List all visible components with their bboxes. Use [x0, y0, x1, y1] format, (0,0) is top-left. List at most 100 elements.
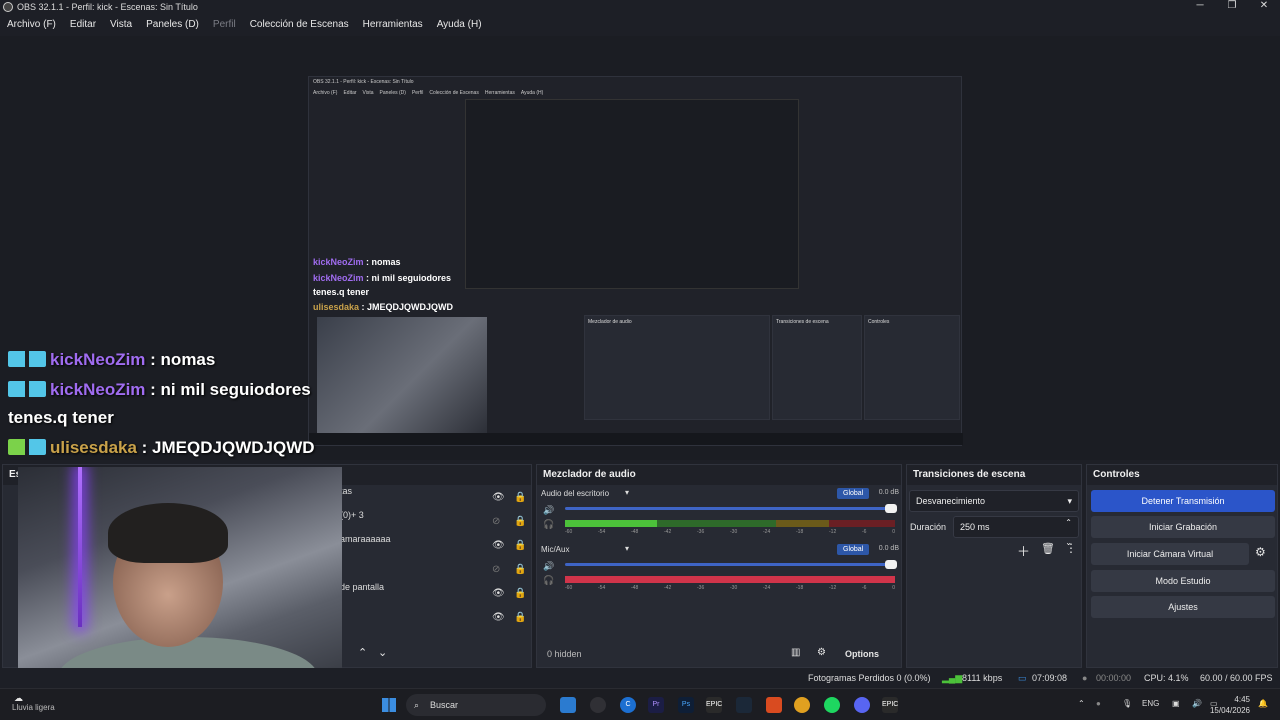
- network-icon[interactable]: ▣: [1172, 699, 1180, 708]
- taskbar-search[interactable]: ⌕ Buscar: [406, 694, 546, 716]
- tray-circle-icon[interactable]: ●: [1096, 699, 1101, 708]
- eye-hidden-icon[interactable]: ⊘: [492, 516, 504, 527]
- obs-taskbar-icon[interactable]: [590, 697, 606, 713]
- menu-archivo[interactable]: Archivo (F): [0, 16, 63, 34]
- menu-herramientas[interactable]: Herramientas: [356, 16, 430, 34]
- volume-slider-knob[interactable]: [885, 504, 897, 513]
- weather-label[interactable]: Lluvia ligera: [12, 703, 55, 712]
- lock-icon[interactable]: 🔒: [514, 540, 526, 551]
- eye-icon[interactable]: 👁: [492, 492, 505, 503]
- monitor-icon[interactable]: 🎧: [543, 519, 554, 530]
- volume-meter: [565, 576, 895, 583]
- duration-input[interactable]: 250 ms ⌃ ⌄: [953, 516, 1079, 547]
- search-icon: ⌕: [414, 700, 420, 710]
- volume-slider[interactable]: [565, 504, 897, 513]
- volume-meter: [565, 520, 895, 527]
- language-indicator[interactable]: ENG: [1142, 699, 1159, 708]
- fps: 60.00 / 60.00 FPS: [1200, 673, 1273, 683]
- chat-message: kickNeoZim : nomas: [8, 350, 215, 370]
- start-virtual-camera-button[interactable]: Iniciar Cámara Virtual: [1091, 543, 1249, 565]
- person-hair: [108, 503, 228, 563]
- webcam-overlay: [18, 467, 342, 700]
- tray-chevron-icon[interactable]: ⌃: [1078, 699, 1085, 708]
- channel-db: 0.0 dB: [878, 545, 899, 552]
- chat-message: kickNeoZim : ni mil seguiodores: [8, 380, 311, 400]
- source-row[interactable]: 👁 🔒: [340, 606, 530, 630]
- nested-webcam: [317, 317, 487, 437]
- source-row[interactable]: amaraaaaaa 👁 🔒: [340, 534, 530, 558]
- menu-ayuda[interactable]: Ayuda (H): [430, 16, 489, 34]
- lock-icon[interactable]: 🔒: [514, 612, 526, 623]
- monitor-icon[interactable]: 🎧: [543, 575, 554, 586]
- maximize-button[interactable]: ❐: [1216, 0, 1248, 11]
- epic-games-icon[interactable]: EPIC: [706, 697, 722, 713]
- mixer-title: Mezclador de audio: [537, 465, 901, 485]
- nested-chat-line: tenes.q tener: [313, 287, 370, 297]
- menu-bar: Archivo (F) Editar Vista Paneles (D) Per…: [0, 16, 489, 34]
- taskview-icon[interactable]: [560, 697, 576, 713]
- nested-preview-capture: OBS 32.1.1 - Perfil: kick - Escenas: Sin…: [308, 76, 963, 446]
- ccleaner-icon[interactable]: C: [620, 697, 636, 713]
- options-button[interactable]: Options: [845, 649, 879, 659]
- windows-start-icon[interactable]: [382, 698, 396, 712]
- system-clock[interactable]: 4:45 15/04/2026: [1210, 694, 1250, 716]
- volume-tray-icon[interactable]: 🔊: [1192, 699, 1202, 708]
- volume-meter-fill: [565, 520, 658, 527]
- nested-chat-line: kickNeoZim : ni mil seguiodores: [313, 273, 452, 283]
- volume-icon[interactable]: 🔊: [543, 561, 554, 572]
- discord-icon[interactable]: [854, 697, 870, 713]
- stop-stream-button[interactable]: Detener Transmisión: [1091, 490, 1275, 512]
- volume-icon[interactable]: 🔊: [543, 505, 554, 516]
- virtual-camera-settings-icon[interactable]: ⚙: [1255, 545, 1266, 559]
- close-button[interactable]: ✕: [1248, 0, 1280, 11]
- channel-menu-icon[interactable]: ▾: [625, 544, 629, 553]
- minimize-button[interactable]: ─: [1184, 0, 1216, 11]
- lock-icon[interactable]: 🔒: [514, 588, 526, 599]
- menu-vista[interactable]: Vista: [103, 16, 139, 34]
- more-options-icon[interactable]: ⋮: [1065, 541, 1077, 555]
- settings-button[interactable]: Ajustes: [1091, 596, 1275, 618]
- menu-perfil[interactable]: Perfil: [206, 16, 243, 34]
- chrome-icon[interactable]: [794, 697, 810, 713]
- premiere-icon[interactable]: Pr: [648, 697, 664, 713]
- global-button[interactable]: Global: [837, 544, 870, 555]
- notifications-icon[interactable]: 🔔: [1258, 699, 1268, 708]
- move-down-icon[interactable]: ⌄: [378, 646, 387, 659]
- layout-icon[interactable]: ▥: [791, 647, 800, 658]
- controls-title: Controles: [1087, 465, 1277, 485]
- add-transition-icon[interactable]: ＋: [1017, 541, 1030, 560]
- brave-icon[interactable]: [766, 697, 782, 713]
- global-button[interactable]: Global: [837, 488, 870, 499]
- move-up-icon[interactable]: ⌃: [358, 646, 367, 659]
- lock-icon[interactable]: 🔒: [514, 492, 526, 503]
- menu-editar[interactable]: Editar: [63, 16, 103, 34]
- trash-icon[interactable]: 🗑: [1041, 542, 1055, 555]
- lock-icon[interactable]: 🔒: [514, 516, 526, 527]
- photoshop-icon[interactable]: Ps: [678, 697, 694, 713]
- menu-coleccion-escenas[interactable]: Colección de Escenas: [243, 16, 356, 34]
- microphone-icon[interactable]: 🎙: [1122, 699, 1132, 708]
- source-row[interactable]: de pantalla 👁 🔒: [340, 582, 530, 606]
- eye-icon[interactable]: 👁: [492, 540, 505, 551]
- eye-hidden-icon[interactable]: ⊘: [492, 564, 504, 575]
- source-row[interactable]: (0)+ 3 ⊘ 🔒: [340, 510, 530, 534]
- menu-paneles[interactable]: Paneles (D): [139, 16, 206, 34]
- steam-icon[interactable]: [736, 697, 752, 713]
- epic-games-icon-2[interactable]: EPIC: [882, 697, 898, 713]
- meter-ticks: -60 -54 -48 -42 -36 -30 -24 -18 -12 -6 0: [565, 585, 895, 591]
- eye-icon[interactable]: 👁: [492, 588, 505, 599]
- advanced-settings-icon[interactable]: ⚙: [817, 647, 826, 658]
- source-row[interactable]: tas 👁 🔒: [340, 486, 530, 510]
- start-recording-button[interactable]: Iniciar Grabación: [1091, 516, 1275, 538]
- volume-slider[interactable]: [565, 560, 897, 569]
- volume-slider-knob[interactable]: [885, 560, 897, 569]
- spotify-icon[interactable]: [824, 697, 840, 713]
- source-row[interactable]: ⊘ 🔒: [340, 558, 530, 582]
- channel-menu-icon[interactable]: ▾: [625, 488, 629, 497]
- eye-icon[interactable]: 👁: [492, 612, 505, 623]
- transition-select[interactable]: Desvanecimiento ▾: [909, 490, 1079, 512]
- chevron-down-icon: ▾: [1067, 496, 1072, 506]
- studio-mode-button[interactable]: Modo Estudio: [1091, 570, 1275, 592]
- bitrate: 8111 kbps: [962, 673, 1003, 683]
- lock-icon[interactable]: 🔒: [514, 564, 526, 575]
